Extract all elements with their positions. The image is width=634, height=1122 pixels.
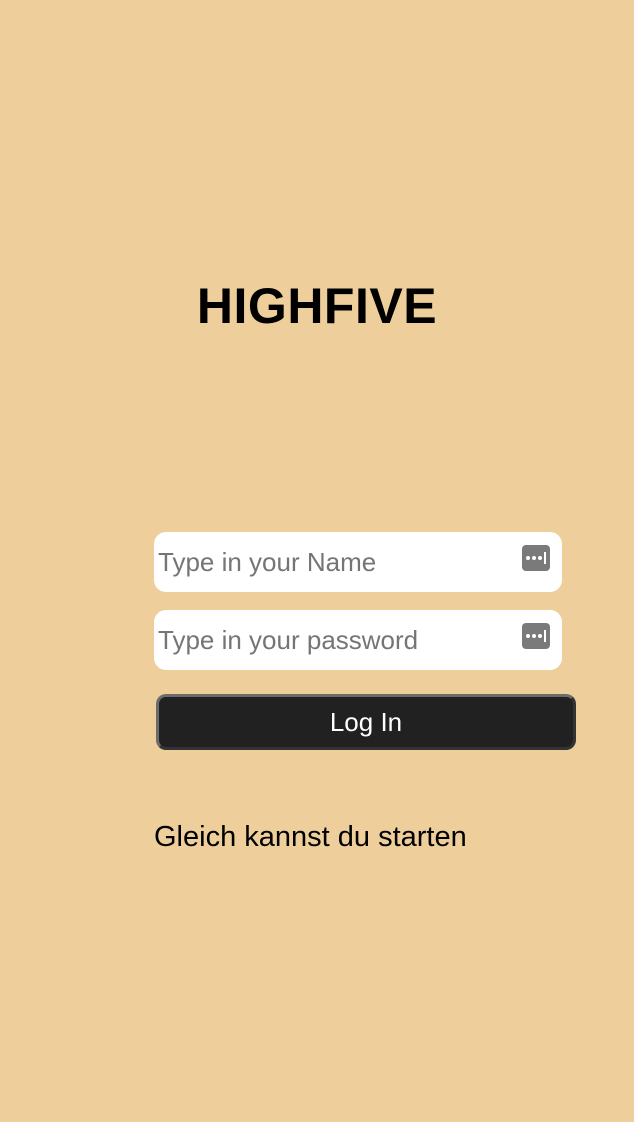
- login-button[interactable]: Log In: [156, 694, 576, 750]
- key-dots-icon: [526, 630, 546, 642]
- password-manager-key-icon[interactable]: [522, 623, 550, 649]
- password-input[interactable]: [154, 610, 514, 670]
- name-input[interactable]: [154, 532, 514, 592]
- password-field[interactable]: [154, 610, 562, 670]
- name-field[interactable]: [154, 532, 562, 592]
- password-manager-key-icon[interactable]: [522, 545, 550, 571]
- key-dots-icon: [526, 552, 546, 564]
- status-message: Gleich kannst du starten: [154, 821, 467, 853]
- app-title: HIGHFIVE: [196, 278, 438, 334]
- login-form: Log In: [154, 532, 578, 750]
